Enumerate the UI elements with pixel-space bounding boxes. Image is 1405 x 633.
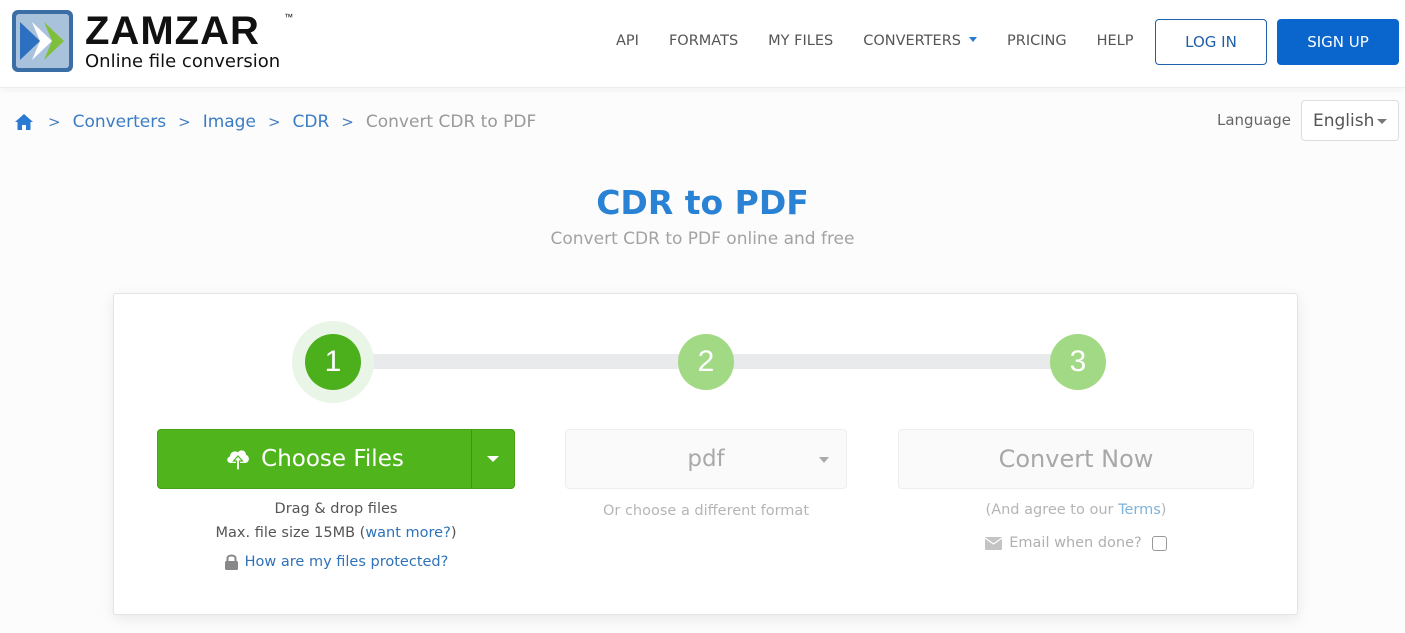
max-size-prefix: Max. file size 15MB ( (215, 525, 366, 541)
choose-files-label: Choose Files (261, 446, 404, 472)
email-when-done-label: Email when done? (1009, 535, 1142, 551)
step-1-indicator: 1 (305, 334, 361, 390)
nav-api[interactable]: API (616, 33, 639, 49)
logo-tagline: Online file conversion (85, 51, 281, 72)
envelope-icon (985, 536, 1003, 550)
language-selected: English (1313, 110, 1375, 131)
login-button[interactable]: LOG IN (1155, 19, 1267, 65)
main-nav: API FORMATS MY FILES CONVERTERS PRICING … (616, 33, 1163, 49)
progress-track-2-3 (706, 354, 1078, 369)
home-icon[interactable] (14, 112, 34, 132)
caret-down-icon (487, 456, 499, 462)
drag-drop-text: Drag & drop files (274, 501, 398, 517)
nav-help[interactable]: HELP (1097, 33, 1134, 49)
max-file-size-text: Max. file size 15MB (want more?) (157, 525, 515, 541)
nav-my-files[interactable]: MY FILES (768, 33, 833, 49)
breadcrumb-separator: > (48, 113, 61, 131)
progress-track-1-2 (334, 354, 706, 369)
choose-files-dropdown-toggle[interactable] (471, 430, 514, 488)
breadcrumb-separator: > (341, 113, 354, 131)
breadcrumb-current: Convert CDR to PDF (365, 112, 537, 132)
language-select[interactable]: English (1301, 100, 1399, 141)
format-hint: Or choose a different format (602, 503, 810, 519)
files-protected-link[interactable]: How are my files protected? (245, 554, 449, 570)
page-subtitle: Convert CDR to PDF online and free (550, 229, 855, 249)
choose-files-button[interactable]: Choose Files (158, 430, 471, 488)
breadcrumb-separator: > (178, 113, 191, 131)
breadcrumb-converters[interactable]: Converters (73, 112, 167, 132)
logo-trademark: ™ (284, 12, 295, 22)
want-more-link[interactable]: want more? (365, 525, 451, 541)
breadcrumb: > Converters > Image > CDR > Convert CDR… (14, 112, 536, 132)
caret-down-icon (969, 37, 977, 42)
terms-suffix: ) (1160, 502, 1167, 518)
site-header: ZAMZAR ™ Online file conversion API FORMA… (0, 0, 1405, 88)
caret-down-icon (819, 457, 829, 463)
breadcrumb-image[interactable]: Image (203, 112, 256, 132)
lock-icon (224, 554, 238, 570)
nav-formats[interactable]: FORMATS (669, 33, 738, 49)
converter-card: 1 2 3 Choose Files Drag & drop files Max… (113, 293, 1298, 615)
nav-converters[interactable]: CONVERTERS (863, 33, 977, 49)
email-when-done-row: Email when done? (898, 535, 1254, 551)
nav-pricing[interactable]: PRICING (1007, 33, 1067, 49)
breadcrumb-separator: > (267, 113, 281, 131)
file-protection-row: How are my files protected? (157, 554, 515, 570)
step-2-indicator: 2 (678, 334, 734, 390)
signup-button[interactable]: SIGN UP (1277, 19, 1399, 65)
page-title: CDR to PDF (596, 183, 809, 222)
choose-files-button-group: Choose Files (157, 429, 515, 489)
terms-text: (And agree to our Terms) (898, 502, 1254, 518)
convert-now-button[interactable]: Convert Now (898, 429, 1254, 489)
output-format-select[interactable]: pdf (565, 429, 847, 489)
breadcrumb-cdr[interactable]: CDR (293, 112, 330, 132)
max-size-suffix: ) (450, 525, 457, 541)
terms-prefix: (And agree to our (985, 502, 1119, 518)
email-when-done-checkbox[interactable] (1151, 535, 1167, 551)
logo-name: ZAMZAR (85, 9, 260, 53)
step-3-indicator: 3 (1050, 334, 1106, 390)
nav-converters-label: CONVERTERS (863, 33, 961, 49)
language-label: Language (1217, 111, 1292, 129)
caret-down-icon (1377, 119, 1387, 124)
zamzar-logo[interactable]: ZAMZAR ™ Online file conversion (12, 9, 293, 72)
format-selected: pdf (687, 446, 725, 472)
terms-link[interactable]: Terms (1118, 502, 1161, 518)
cloud-upload-icon (227, 450, 250, 471)
logo-arrows-icon (12, 10, 73, 72)
